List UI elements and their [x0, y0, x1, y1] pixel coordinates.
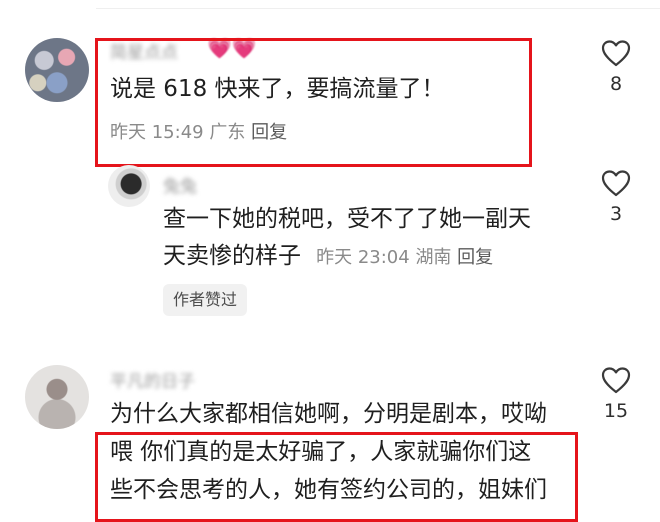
reply-meta: 昨天 23:04 湖南 回复 — [316, 247, 493, 268]
top-divider — [96, 8, 660, 9]
author-liked-badge: 作者赞过 — [163, 284, 248, 316]
reply-text-line: 天卖惨的样子 — [163, 243, 301, 269]
reply-author-name[interactable]: 兔兔 — [163, 172, 197, 197]
like-button[interactable]: 15 — [589, 367, 643, 422]
reply-text-row: 天卖惨的样子 昨天 23:04 湖南 回复 — [163, 240, 493, 273]
heart-outline-icon — [601, 170, 631, 197]
like-button[interactable]: 3 — [589, 170, 643, 225]
like-button[interactable]: 8 — [589, 40, 643, 95]
reply-time: 昨天 23:04 — [316, 247, 410, 268]
avatar[interactable] — [25, 38, 89, 102]
comment-author-name[interactable]: 平凡的日子 — [110, 367, 195, 392]
highlight-box — [95, 38, 532, 167]
comment-text-line: 为什么大家都相信她啊，分明是剧本，哎呦 — [110, 401, 547, 427]
like-count: 8 — [609, 73, 623, 95]
like-count: 15 — [603, 400, 629, 422]
reply-location: 湖南 — [415, 247, 452, 268]
avatar[interactable] — [108, 165, 150, 207]
reply-button[interactable]: 回复 — [457, 247, 493, 268]
avatar[interactable] — [25, 365, 89, 429]
like-count: 3 — [609, 203, 623, 225]
highlight-box — [95, 432, 578, 522]
reply-text-line: 查一下她的税吧，受不了了她一副天 — [163, 206, 531, 232]
heart-outline-icon — [601, 367, 631, 394]
heart-outline-icon — [601, 40, 631, 67]
